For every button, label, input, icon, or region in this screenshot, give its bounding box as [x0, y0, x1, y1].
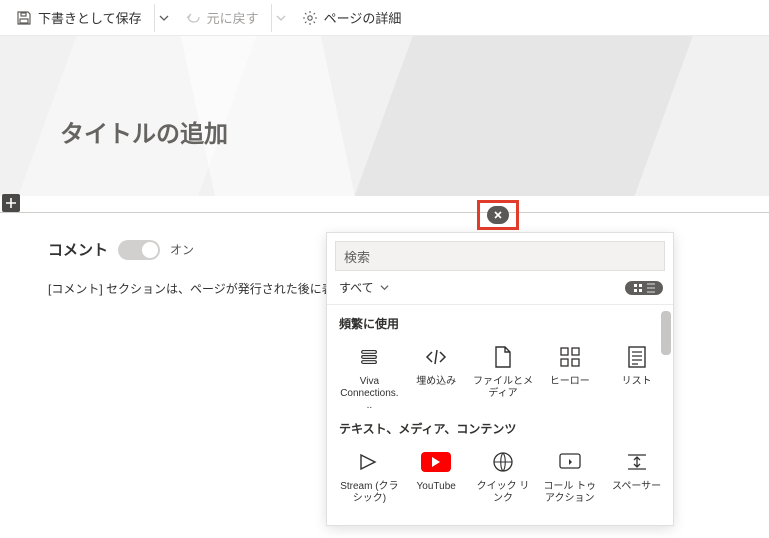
save-icon — [16, 10, 32, 26]
undo-chevron[interactable] — [271, 4, 290, 32]
webpart-grid-textmedia: Stream (クラシック) YouTube クイック リンク コール トゥ ア… — [337, 443, 669, 509]
close-icon — [493, 210, 503, 220]
webpart-label: YouTube — [417, 481, 456, 503]
quicklinks-icon — [488, 447, 518, 477]
plus-icon — [5, 197, 17, 209]
viva-icon — [354, 342, 384, 372]
touch-icon — [488, 519, 518, 525]
webpart-imagegallery[interactable] — [404, 515, 469, 525]
page-details-label: ページの詳細 — [324, 8, 402, 27]
title-area[interactable]: タイトルの追加 — [0, 36, 769, 196]
group-title-textmedia: テキスト、メディア、コンテンツ — [339, 420, 667, 437]
webpart-search-input[interactable]: 検索 — [335, 241, 665, 271]
close-highlight — [477, 200, 519, 230]
webpart-label: スペーサー — [612, 481, 661, 503]
webpart-label: リスト — [622, 376, 652, 398]
webpart-call-to-action[interactable]: コール トゥ アクション — [537, 443, 602, 509]
gear-icon — [302, 10, 318, 26]
webpart-stream-classic[interactable]: Stream (クラシック) — [337, 443, 402, 509]
webpart-grid-row3 — [337, 515, 669, 525]
webpart-text[interactable] — [337, 515, 402, 525]
undo-label: 元に戻す — [207, 8, 259, 27]
comments-heading: コメント — [48, 239, 108, 260]
embed-icon — [421, 342, 451, 372]
webpart-label: ファイルとメディア — [473, 376, 534, 400]
misc-icon — [622, 519, 652, 525]
filter-label: すべて — [339, 279, 374, 296]
category-filter-dropdown[interactable]: すべて — [339, 279, 389, 296]
list-icon — [622, 342, 652, 372]
webpart-quick-links[interactable]: クイック リンク — [471, 443, 536, 509]
webpart-label: クイック リンク — [473, 481, 534, 505]
command-bar: 下書きとして保存 元に戻す ページの詳細 — [0, 0, 769, 36]
undo-button[interactable]: 元に戻す — [177, 4, 267, 32]
save-draft-button[interactable]: 下書きとして保存 — [8, 4, 150, 32]
text-icon — [354, 519, 384, 525]
cta-icon — [555, 447, 585, 477]
search-placeholder: 検索 — [344, 247, 370, 266]
grid-icon — [421, 519, 451, 525]
webpart-file-media[interactable]: ファイルとメディア — [471, 338, 536, 416]
comments-toggle-label: オン — [170, 241, 194, 258]
hero-icon — [555, 342, 585, 372]
webpart-picker: 検索 すべて 頻繁に使用 Viva Connections... 埋め込み — [326, 232, 674, 526]
spacer-icon — [622, 447, 652, 477]
webpart-misc[interactable] — [604, 515, 669, 525]
stream-icon — [354, 447, 384, 477]
webpart-spacer[interactable]: スペーサー — [604, 443, 669, 509]
file-media-icon — [488, 342, 518, 372]
comments-toggle[interactable] — [118, 240, 160, 260]
webpart-label: Viva Connections... — [339, 376, 400, 412]
chevron-down-icon — [159, 13, 169, 23]
link-icon — [555, 519, 585, 525]
webpart-youtube[interactable]: YouTube — [404, 443, 469, 509]
view-toggle[interactable] — [625, 281, 663, 295]
scrollbar-thumb[interactable] — [661, 311, 671, 355]
webpart-hero[interactable]: ヒーロー — [537, 338, 602, 416]
webpart-label: ヒーロー — [550, 376, 590, 398]
page-details-button[interactable]: ページの詳細 — [294, 4, 410, 32]
page-title[interactable]: タイトルの追加 — [60, 114, 228, 149]
webpart-link[interactable] — [537, 515, 602, 525]
webpart-embed[interactable]: 埋め込み — [404, 338, 469, 416]
chevron-down-icon — [276, 13, 286, 23]
webpart-label: コール トゥ アクション — [539, 481, 600, 505]
save-draft-chevron[interactable] — [154, 4, 173, 32]
webpart-scroll-area[interactable]: 頻繁に使用 Viva Connections... 埋め込み ファイルとメディア… — [327, 305, 673, 525]
webpart-button[interactable] — [471, 515, 536, 525]
list-view-icon — [647, 283, 655, 293]
group-title-frequent: 頻繁に使用 — [339, 315, 667, 332]
webpart-label: Stream (クラシック) — [339, 481, 400, 505]
youtube-icon — [421, 447, 451, 477]
webpart-label: 埋め込み — [416, 376, 456, 398]
webpart-list[interactable]: リスト — [604, 338, 669, 416]
chevron-down-icon — [380, 283, 389, 292]
webpart-viva-connections[interactable]: Viva Connections... — [337, 338, 402, 416]
grid-view-icon — [633, 283, 643, 293]
close-webpart-picker[interactable] — [487, 206, 509, 224]
save-draft-label: 下書きとして保存 — [38, 8, 142, 27]
undo-icon — [185, 10, 201, 26]
picker-filter-row: すべて — [327, 275, 673, 305]
webpart-grid-frequent: Viva Connections... 埋め込み ファイルとメディア ヒーロー … — [337, 338, 669, 416]
add-section-button[interactable] — [2, 194, 20, 212]
